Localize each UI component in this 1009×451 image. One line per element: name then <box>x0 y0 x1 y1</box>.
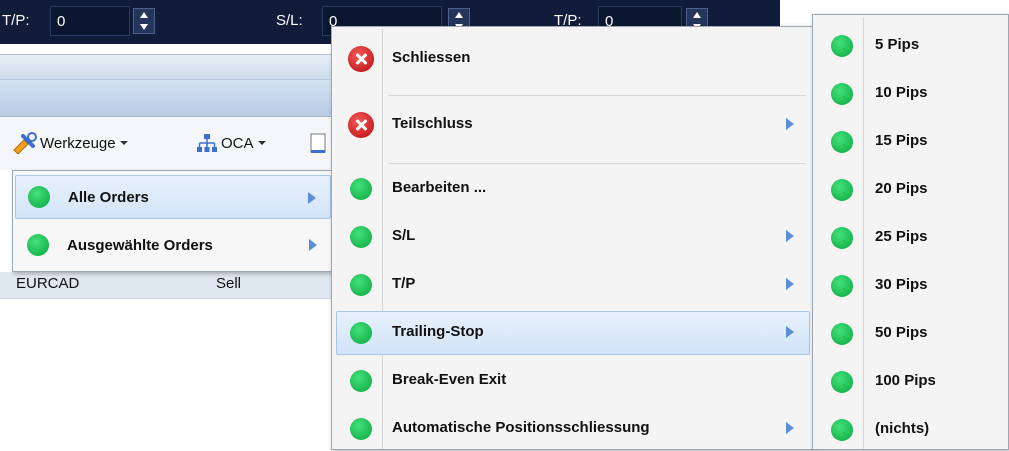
menu-item-selected-orders[interactable]: Ausgewählte Orders <box>15 223 331 267</box>
submenu-arrow-icon <box>786 230 794 242</box>
menu-item-label: 5 Pips <box>875 36 920 53</box>
menu-item-label: Alle Orders <box>68 188 149 206</box>
green-dot-icon <box>831 35 853 57</box>
menu-item-label: Break-Even Exit <box>392 371 507 388</box>
green-dot-icon <box>831 131 853 153</box>
green-dot-icon <box>831 371 853 393</box>
menu-item-close[interactable]: Schliessen <box>336 37 810 81</box>
menu-item-label: Trailing-Stop <box>392 323 484 340</box>
menu-item-label: T/P <box>392 275 416 292</box>
menu-item-label: Automatische Positionsschliessung <box>392 419 650 436</box>
submenu-arrow-icon <box>309 239 317 251</box>
tools-dropdown-menu: Alle Orders Ausgewählte Orders <box>12 170 334 272</box>
submenu-arrow-icon <box>786 422 794 434</box>
menu-item-100-pips[interactable]: 100 Pips <box>817 359 1005 403</box>
menu-item-30-pips[interactable]: 30 Pips <box>817 263 1005 307</box>
export-button[interactable] <box>310 128 326 158</box>
green-dot-icon <box>350 370 372 392</box>
menu-item-tp[interactable]: T/P <box>336 263 810 307</box>
submenu-arrow-icon <box>786 326 794 338</box>
green-dot-icon <box>350 418 372 440</box>
menu-item-auto-position-close[interactable]: Automatische Positionsschliessung <box>336 407 810 451</box>
menu-item-10-pips[interactable]: 10 Pips <box>817 71 1005 115</box>
oca-button[interactable]: OCA <box>196 128 266 158</box>
green-dot-icon <box>831 83 853 105</box>
trailing-stop-submenu: 5 Pips 10 Pips 15 Pips 20 Pips 25 Pips 3… <box>812 14 1009 450</box>
window-caption-strip <box>0 54 340 80</box>
tools-button-label: Werkzeuge <box>40 134 116 152</box>
menu-item-none[interactable]: (nichts) <box>817 407 1005 451</box>
submenu-arrow-icon <box>308 192 316 204</box>
table-row[interactable]: EURCAD Sell <box>0 272 340 299</box>
tp-input[interactable]: 0 <box>50 6 130 36</box>
menu-item-all-orders[interactable]: Alle Orders <box>15 175 331 219</box>
submenu-arrow-icon <box>786 118 794 130</box>
tools-button[interactable]: Werkzeuge <box>10 128 128 158</box>
menu-item-50-pips[interactable]: 50 Pips <box>817 311 1005 355</box>
close-icon <box>348 112 374 138</box>
tp-label: T/P: <box>2 12 30 29</box>
menu-item-5-pips[interactable]: 5 Pips <box>817 23 1005 67</box>
hierarchy-icon <box>197 134 217 152</box>
oca-button-label: OCA <box>221 134 254 152</box>
close-icon <box>348 46 374 72</box>
menu-item-edit[interactable]: Bearbeiten ... <box>336 167 810 211</box>
tp-spinner[interactable] <box>133 8 155 34</box>
menu-item-label: 25 Pips <box>875 228 928 245</box>
green-dot-icon <box>831 323 853 345</box>
menu-item-label: 10 Pips <box>875 84 928 101</box>
wrench-icon <box>13 132 37 154</box>
side-cell: Sell <box>216 275 242 292</box>
menu-item-label: 20 Pips <box>875 180 928 197</box>
menu-item-label: Ausgewählte Orders <box>67 236 213 254</box>
sl-label: S/L: <box>276 12 303 29</box>
panel-header-strip <box>0 80 340 117</box>
menu-item-label: S/L <box>392 227 416 244</box>
symbol-cell: EURCAD <box>16 275 80 292</box>
menu-item-label: (nichts) <box>875 420 930 437</box>
document-icon <box>310 133 326 153</box>
green-dot-icon <box>350 322 372 344</box>
menu-item-trailing-stop[interactable]: Trailing-Stop <box>336 311 810 355</box>
green-dot-icon <box>831 275 853 297</box>
menu-separator <box>388 163 806 164</box>
menu-item-label: 15 Pips <box>875 132 928 149</box>
menu-item-label: 30 Pips <box>875 276 928 293</box>
menu-item-label: 50 Pips <box>875 324 928 341</box>
green-dot-icon <box>831 179 853 201</box>
green-dot-icon <box>831 227 853 249</box>
chevron-down-icon <box>119 141 128 145</box>
orders-toolbar: Werkzeuge OCA <box>0 118 340 170</box>
submenu-arrow-icon <box>786 278 794 290</box>
menu-item-20-pips[interactable]: 20 Pips <box>817 167 1005 211</box>
green-dot-icon <box>350 226 372 248</box>
menu-item-25-pips[interactable]: 25 Pips <box>817 215 1005 259</box>
green-dot-icon <box>27 234 49 256</box>
green-dot-icon <box>831 419 853 441</box>
menu-item-label: Teilschluss <box>392 115 473 132</box>
menu-item-label: Bearbeiten ... <box>392 179 487 196</box>
menu-separator <box>388 95 806 96</box>
menu-item-break-even-exit[interactable]: Break-Even Exit <box>336 359 810 403</box>
menu-item-15-pips[interactable]: 15 Pips <box>817 119 1005 163</box>
green-dot-icon <box>350 178 372 200</box>
menu-item-label: Schliessen <box>392 49 471 66</box>
orders-context-menu: Schliessen Teilschluss Bearbeiten ... S/… <box>331 26 814 450</box>
menu-item-sl[interactable]: S/L <box>336 215 810 259</box>
chevron-down-icon <box>257 141 266 145</box>
green-dot-icon <box>350 274 372 296</box>
menu-item-partial-close[interactable]: Teilschluss <box>336 103 810 147</box>
green-dot-icon <box>28 186 50 208</box>
menu-item-label: 100 Pips <box>875 372 936 389</box>
